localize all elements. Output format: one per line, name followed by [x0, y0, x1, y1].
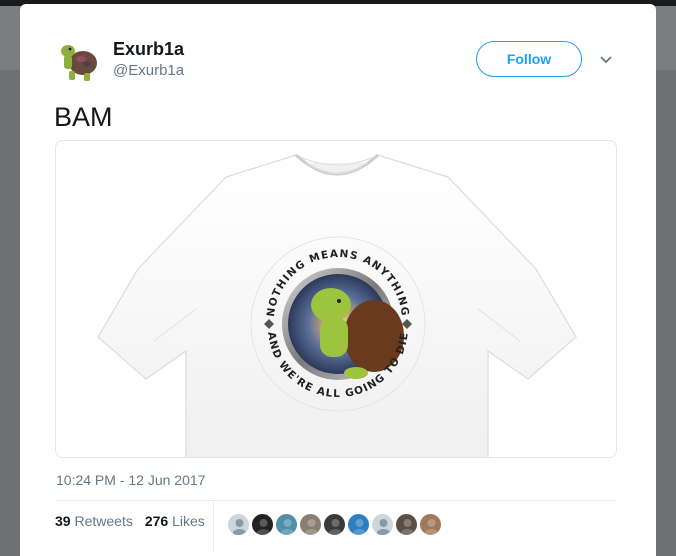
tweet-modal: Exurb1a @Exurb1a Follow BAM NOTHING MEAN… [20, 4, 656, 556]
avatar-dog-icon [328, 519, 343, 535]
follow-button[interactable]: Follow [476, 41, 582, 77]
turtle-avatar-icon [54, 37, 102, 85]
likers-avatars [227, 513, 442, 536]
avatar-face-icon [424, 519, 439, 535]
liker-avatar[interactable] [419, 513, 442, 536]
avatar-blue-icon [352, 519, 367, 535]
avatar-dark-icon [256, 519, 271, 535]
tweet-stats: 39 Retweets 276 Likes [55, 513, 205, 529]
retweets-count: 39 [55, 513, 71, 529]
tshirt-image: NOTHING MEANS ANYTHING AND WE'RE ALL GOI… [97, 153, 577, 457]
liker-avatar[interactable] [395, 513, 418, 536]
liker-avatar[interactable] [275, 513, 298, 536]
retweets-stat[interactable]: 39 Retweets [55, 513, 133, 529]
stats-divider [213, 502, 214, 552]
avatar-animal-icon [400, 519, 415, 535]
liker-avatar[interactable] [347, 513, 370, 536]
liker-avatar[interactable] [251, 513, 274, 536]
avatar-person-icon [304, 519, 319, 535]
liker-avatar[interactable] [299, 513, 322, 536]
screen-name[interactable]: @Exurb1a [113, 62, 184, 79]
tweet-media[interactable]: NOTHING MEANS ANYTHING AND WE'RE ALL GOI… [55, 140, 617, 458]
default-avatar-icon [376, 519, 391, 535]
tweet-text: BAM [54, 102, 113, 132]
more-options-button[interactable] [596, 50, 616, 70]
liker-avatar[interactable] [371, 513, 394, 536]
avatar-car-icon [280, 519, 295, 535]
likes-stat[interactable]: 276 Likes [145, 513, 205, 529]
display-name[interactable]: Exurb1a [113, 39, 184, 60]
chevron-down-icon [600, 56, 612, 64]
divider [55, 500, 617, 501]
likes-count: 276 [144, 513, 169, 529]
avatar[interactable] [54, 37, 102, 85]
liker-avatar[interactable] [323, 513, 346, 536]
default-avatar-icon [232, 519, 247, 535]
liker-avatar[interactable] [227, 513, 250, 536]
retweets-label: Retweets [74, 513, 133, 529]
tweet-timestamp[interactable]: 10:24 PM - 12 Jun 2017 [56, 472, 205, 488]
likes-label: Likes [172, 513, 205, 529]
